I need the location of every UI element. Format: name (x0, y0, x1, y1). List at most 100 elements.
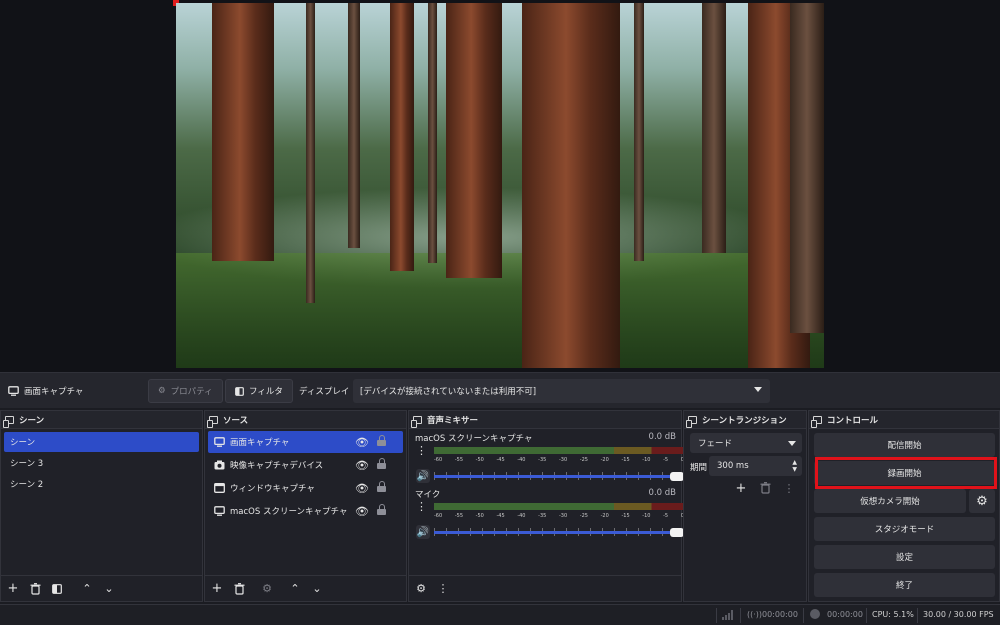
move-down-button[interactable]: ⌄ (100, 580, 118, 598)
volume-slider[interactable] (434, 531, 676, 534)
source-item[interactable]: ウィンドウキャプチャ 👁 (208, 477, 403, 499)
duration-value: 300 ms (717, 461, 749, 471)
eye-icon[interactable]: 👁 (355, 505, 369, 518)
trash-icon (234, 582, 244, 595)
source-label: 映像キャプチャデバイス (230, 461, 324, 471)
start-virtual-camera-button[interactable]: 仮想カメラ開始 (814, 489, 966, 513)
more-vertical-icon[interactable]: ⋮ (416, 501, 427, 512)
scene-item[interactable]: シーン (4, 432, 199, 452)
trash-icon (760, 482, 770, 494)
move-down-button[interactable]: ⌄ (308, 580, 326, 598)
move-up-button[interactable]: ⌃ (78, 580, 96, 598)
duration-label: 期間 (690, 463, 708, 473)
fps-readout: 30.00 / 30.00 FPS (923, 610, 994, 619)
sources-title: ソース (223, 415, 249, 426)
remove-transition-button[interactable] (756, 479, 774, 497)
eye-icon[interactable]: 👁 (355, 436, 369, 449)
scene-filters-button[interactable] (48, 580, 66, 598)
filter-icon (52, 583, 62, 594)
channel-level: 0.0 dB (648, 432, 676, 442)
filters-button[interactable]: フィルタ (225, 379, 293, 403)
tree-trunk (428, 3, 437, 263)
more-vertical-icon[interactable]: ⋮ (416, 445, 427, 456)
trash-icon (30, 582, 40, 595)
lock-icon[interactable] (377, 504, 386, 515)
window-icon (214, 483, 225, 493)
lock-icon[interactable] (377, 481, 386, 492)
transitions-title: シーントランジション (702, 415, 787, 426)
volume-slider-handle[interactable] (670, 528, 684, 537)
add-transition-button[interactable]: + (732, 479, 750, 497)
settings-button[interactable]: 設定 (814, 545, 995, 569)
stepper-icon[interactable]: ▲ ▼ (792, 459, 797, 473)
tree-trunk (390, 3, 414, 271)
remove-scene-button[interactable] (26, 580, 44, 598)
source-properties-button[interactable]: ⚙ (258, 580, 276, 598)
lock-icon[interactable] (377, 435, 386, 446)
sources-dock: ソース 画面キャプチャ 👁 映像キャプチャデバイス 👁 ウィンドウキャプチャ 👁… (204, 410, 407, 602)
controls-dock-title: コントロール (809, 411, 999, 429)
source-label: macOS スクリーンキャプチャ (230, 507, 348, 517)
transitions-dock-title: シーントランジション (684, 411, 806, 429)
studio-mode-button[interactable]: スタジオモード (814, 517, 995, 541)
volume-slider[interactable] (434, 475, 676, 478)
more-vertical-icon[interactable]: ⋮ (780, 479, 798, 497)
scene-item[interactable]: シーン 2 (4, 474, 199, 494)
display-label: ディスプレイ (299, 387, 350, 397)
preview-area (0, 0, 1000, 372)
preview-canvas[interactable] (176, 3, 824, 368)
current-source-label: 画面キャプチャ (24, 387, 84, 397)
dock-icon (686, 415, 697, 428)
source-item[interactable]: 画面キャプチャ 👁 (208, 431, 403, 453)
speaker-icon[interactable]: 🔊 (416, 469, 430, 483)
eye-icon[interactable]: 👁 (355, 482, 369, 495)
source-item[interactable]: macOS スクリーンキャプチャ 👁 (208, 500, 403, 522)
virtual-camera-settings-gear-icon[interactable]: ⚙ (969, 489, 995, 513)
display-select-value: [デバイスが接続されていないまたは利用不可] (360, 387, 537, 397)
speaker-icon[interactable]: 🔊 (416, 525, 430, 539)
camera-icon (214, 460, 225, 470)
controls-title: コントロール (827, 415, 879, 426)
properties-button[interactable]: ⚙ プロパティ (148, 379, 223, 403)
stream-time: 00:00:00 (762, 610, 798, 619)
display-select[interactable]: [デバイスが接続されていないまたは利用不可] (353, 379, 770, 403)
chevron-down-icon (788, 441, 796, 446)
transition-select-value: フェード (698, 439, 733, 449)
sources-footer: + ⚙ ⌃ ⌄ (205, 575, 406, 601)
scene-item[interactable]: シーン 3 (4, 453, 199, 473)
scenes-dock-title: シーン (1, 411, 202, 429)
record-time: 00:00:00 (827, 610, 863, 619)
monitor-icon (214, 506, 225, 516)
filter-icon (235, 386, 244, 396)
start-streaming-button[interactable]: 配信開始 (814, 433, 995, 457)
move-up-button[interactable]: ⌃ (286, 580, 304, 598)
record-button-highlight (815, 457, 997, 489)
signal-bars-icon (722, 610, 733, 620)
advanced-audio-gear-icon[interactable]: ⚙ (412, 580, 430, 598)
volume-slider-handle[interactable] (670, 472, 684, 481)
tree-trunk (702, 3, 726, 253)
duration-spinbox[interactable]: 300 ms ▲ ▼ (709, 456, 802, 476)
tree-trunk (790, 3, 824, 333)
gear-icon: ⚙ (158, 386, 166, 396)
channel-name: macOS スクリーンキャプチャ (415, 434, 533, 444)
mixer-channel: マイク 0.0 dB ⋮ -60 -55 -50 -45 -40 -35 -30 -25 -20… (409, 485, 684, 541)
tree-trunk (212, 3, 274, 261)
remove-source-button[interactable] (230, 580, 248, 598)
eye-icon[interactable]: 👁 (355, 459, 369, 472)
add-source-button[interactable]: + (208, 580, 226, 598)
channel-name: マイク (415, 490, 441, 500)
lock-icon[interactable] (377, 458, 386, 469)
sources-dock-title: ソース (205, 411, 406, 429)
properties-label: プロパティ (170, 387, 213, 397)
more-vertical-icon[interactable]: ⋮ (434, 580, 452, 598)
add-scene-button[interactable]: + (4, 580, 22, 598)
filters-label: フィルタ (249, 387, 283, 397)
exit-button[interactable]: 終了 (814, 573, 995, 597)
status-bar: ((·)) 00:00:00 00:00:00 CPU: 5.1% 30.00 … (0, 604, 1000, 625)
source-item[interactable]: 映像キャプチャデバイス 👁 (208, 454, 403, 476)
meter-scale: -60-55-50-45-40-35-30-25-20-15-10-50 (434, 513, 684, 519)
transition-select[interactable]: フェード (690, 433, 802, 453)
current-source: 画面キャプチャ (8, 379, 83, 403)
volume-meter (434, 447, 684, 454)
